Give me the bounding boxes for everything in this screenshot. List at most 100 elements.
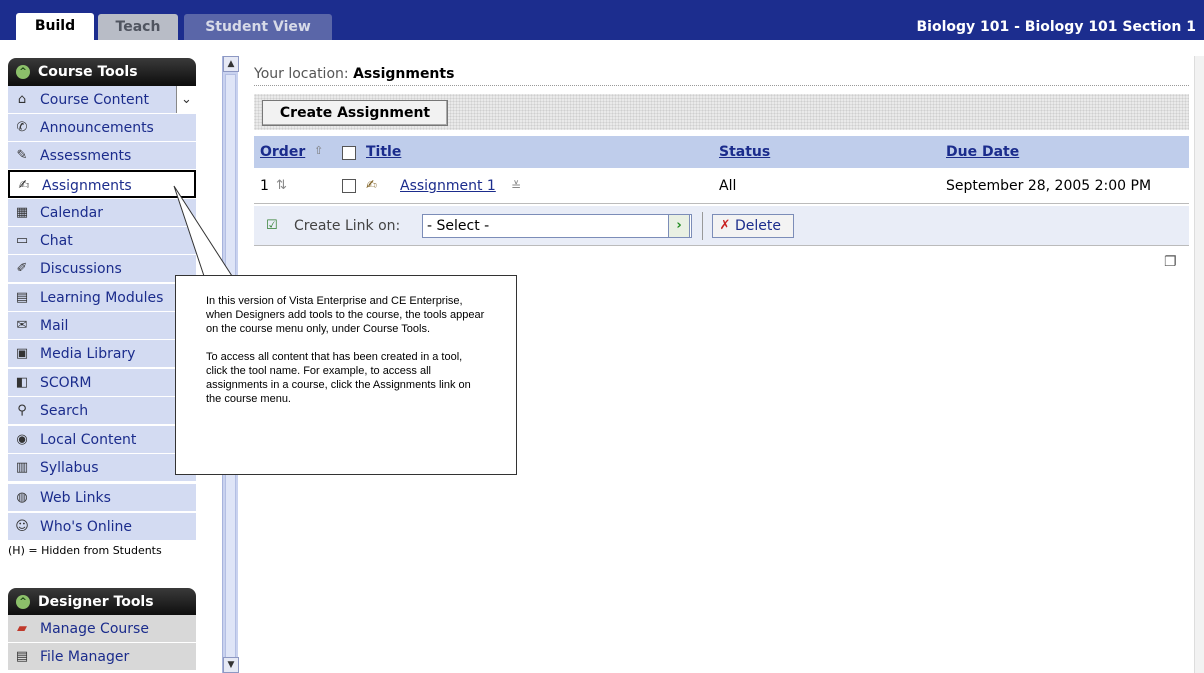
table-row: 1 ⇅ ✍ Assignment 1 ≚ All September 28, 2… [254,168,1189,204]
assessment-icon: ✎ [16,148,28,163]
sidebar-item-label: Search [40,403,89,419]
person-icon: ☺ [15,519,29,534]
row-order: 1 [260,178,269,194]
calendar-icon: ▦ [15,205,29,220]
sidebar-item-search[interactable]: ⚲ Search [8,397,196,425]
sidebar-item-manage-course[interactable]: ▰ Manage Course [8,615,196,643]
row-checkbox[interactable] [342,179,356,193]
sidebar-item-scorm[interactable]: ◧ SCORM [8,369,196,397]
disc-icon: ◉ [16,432,28,447]
actions-menu-icon[interactable]: ≚ [511,168,521,204]
delete-button[interactable]: ✗ Delete [712,214,794,238]
chevron-down-icon[interactable]: ⌄ [176,86,196,113]
create-link-label: Create Link on: [294,218,401,234]
sidebar-item-mail[interactable]: ✉ Mail [8,312,196,340]
column-order[interactable]: Order [260,136,305,168]
select-value: - Select - [427,218,490,234]
breadcrumb: Your location: Assignments [254,64,1189,86]
divider [702,212,703,240]
top-bar: Build Teach Student View Biology 101 - B… [0,0,1204,40]
go-button[interactable]: › [668,214,690,238]
sidebar-item-whos-online[interactable]: ☺ Who's Online [8,513,196,541]
tab-teach[interactable]: Teach [98,14,178,40]
file-manager-icon: ▤ [15,649,29,664]
table-header: Order ⇧ Title Status Due Date [254,136,1189,168]
scorm-icon: ◧ [15,375,29,390]
course-title: Biology 101 - Biology 101 Section 1 [916,19,1196,35]
sidebar-item-syllabus[interactable]: ▥ Syllabus [8,454,196,482]
create-assignment-button[interactable]: Create Assignment [262,100,448,126]
designer-tools-header[interactable]: ^ Designer Tools [8,588,196,616]
sidebar-item-media-library[interactable]: ▣ Media Library [8,340,196,368]
house-icon: ⌂ [17,92,27,107]
sidebar-item-label: Local Content [40,432,137,448]
sidebar-item-file-manager[interactable]: ▤ File Manager [8,643,196,671]
column-status[interactable]: Status [719,136,770,168]
sidebar-item-label: Media Library [40,346,136,362]
scroll-down-button[interactable]: ▼ [223,657,239,673]
checkmark-icon: ☑ [266,218,278,233]
hidden-note: (H) = Hidden from Students [8,544,162,557]
sidebar-item-label: Discussions [40,261,122,277]
location-prefix: Your location: [254,66,349,82]
reorder-icon[interactable]: ⇅ [276,168,287,204]
copy-icon[interactable]: ❐ [1164,254,1180,272]
sidebar-item-announcements[interactable]: ✆ Announcements [8,114,196,142]
sidebar-item-label: Calendar [40,205,103,221]
callout-paragraph-2: To access all content that has been crea… [206,351,471,405]
sidebar-item-label: Assignments [42,178,132,194]
tab-student-view[interactable]: Student View [184,14,332,40]
location-value: Assignments [353,66,455,82]
tooltip-callout: In this version of Vista Enterprise and … [175,275,517,475]
sidebar-item-web-links[interactable]: ◍ Web Links [8,484,196,512]
column-title[interactable]: Title [366,136,401,168]
sidebar-item-local-content[interactable]: ◉ Local Content [8,426,196,454]
module-icon: ▤ [15,290,29,305]
sidebar-item-label: Syllabus [40,460,99,476]
delete-label: Delete [735,218,781,234]
chat-icon: ▭ [15,233,29,248]
media-icon: ▣ [15,346,29,361]
discussion-icon: ✐ [16,261,28,276]
sidebar-item-course-content[interactable]: ⌂ Course Content ⌄ [8,86,196,114]
globe-icon: ◍ [16,490,28,505]
sidebar-item-learning-modules[interactable]: ▤ Learning Modules [8,284,196,312]
page-scrollbar[interactable] [1194,56,1204,673]
column-due-date[interactable]: Due Date [946,136,1019,168]
create-link-select[interactable]: - Select - ▼ [422,214,692,238]
mail-icon: ✉ [16,318,28,333]
assignment-icon: ✍ [18,178,30,193]
row-status: All [719,178,737,194]
sidebar-item-calendar[interactable]: ▦ Calendar [8,199,196,227]
sidebar-item-label: Who's Online [40,519,133,535]
sidebar-item-label: Chat [40,233,73,249]
scroll-up-button[interactable]: ▲ [223,56,239,72]
toolbox-icon: ▰ [17,621,27,636]
assignment-icon: ✍ [366,178,377,193]
sort-up-icon: ⇧ [314,144,324,157]
megaphone-icon: ✆ [16,120,28,135]
callout-paragraph-1: In this version of Vista Enterprise and … [206,295,485,335]
sidebar-item-label: SCORM [40,375,92,391]
select-all-checkbox[interactable] [342,146,356,160]
row-due-date: September 28, 2005 2:00 PM [946,178,1152,194]
sidebar-item-label: Mail [40,318,69,334]
sidebar-item-label: Manage Course [40,621,149,637]
sidebar-item-label: Web Links [40,490,111,506]
tab-build[interactable]: Build [16,13,94,40]
sidebar-item-assignments[interactable]: ✍ Assignments [8,170,196,198]
collapse-icon[interactable]: ^ [16,65,30,79]
sidebar-item-label: Learning Modules [40,290,164,306]
sidebar-item-label: Announcements [40,120,154,136]
sidebar-item-assessments[interactable]: ✎ Assessments [8,142,196,170]
sidebar-item-label: Assessments [40,148,132,164]
collapse-icon[interactable]: ^ [16,595,30,609]
sidebar-item-discussions[interactable]: ✐ Discussions [8,255,196,283]
sidebar-item-label: Course Content [40,92,150,108]
assignment-title-link[interactable]: Assignment 1 [400,178,496,194]
course-tools-header[interactable]: ^ Course Tools [8,58,196,86]
designer-tools-title: Designer Tools [38,594,154,610]
syllabus-icon: ▥ [15,460,29,475]
delete-icon: ✗ [719,218,731,233]
sidebar-item-chat[interactable]: ▭ Chat [8,227,196,255]
